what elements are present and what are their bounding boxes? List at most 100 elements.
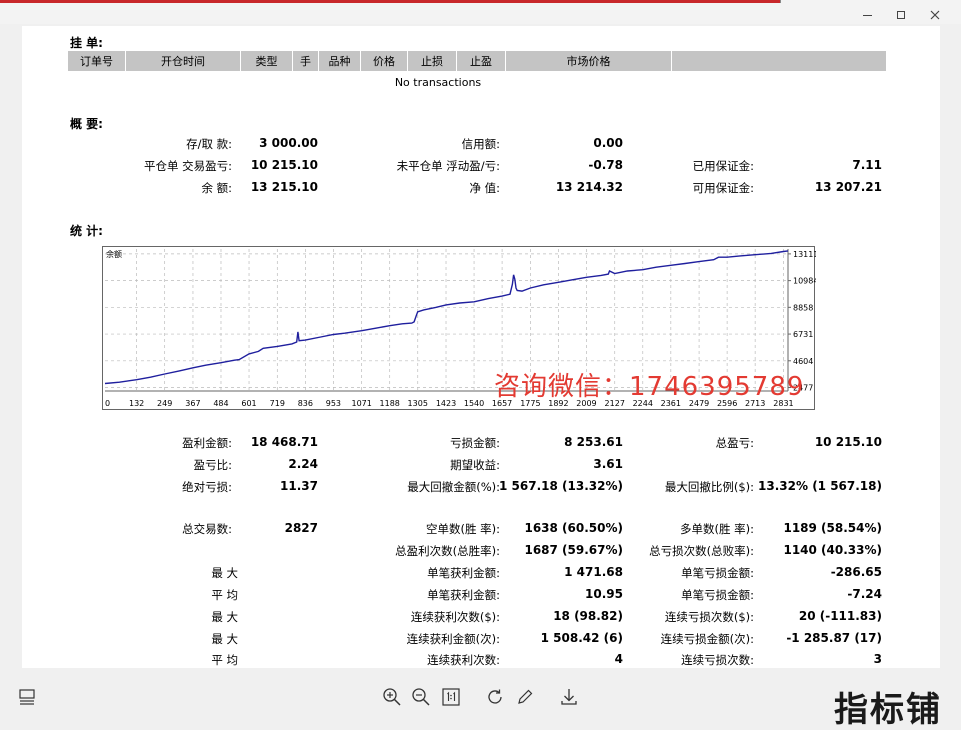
stat-label: 期望收益: [450, 458, 500, 472]
floating-pl-value: -0.78 [588, 158, 623, 172]
stat-label: 绝对亏损: [182, 480, 232, 494]
maximize-icon [897, 11, 905, 19]
stat-label: 最大回撤比例($): [664, 480, 754, 494]
column-header: 订单号 [68, 51, 126, 71]
rotate-icon [488, 689, 502, 704]
site-logo: 指标铺 [834, 690, 942, 730]
stat-label: 连续获利次数($): [410, 610, 500, 624]
stat-label: 盈利金额: [182, 436, 232, 450]
stat-label: 连续获利次数: [427, 653, 500, 667]
stat-value: 4 [614, 652, 623, 666]
minimize-button[interactable] [855, 6, 879, 24]
zoom-in-icon [383, 688, 401, 706]
close-icon [930, 10, 940, 20]
viewer-toolbar [0, 668, 961, 730]
stat-value: 1 471.68 [564, 565, 623, 579]
stat-label: 总盈利次数(总胜率): [395, 544, 500, 558]
page-layout-button[interactable] [16, 686, 38, 708]
stat-value: 1140 (40.33%) [783, 543, 882, 557]
free-margin-value: 13 207.21 [814, 180, 882, 194]
minimize-icon [862, 14, 872, 16]
margin-label: 已用保证金: [692, 159, 754, 173]
page-layout-icon [19, 689, 35, 705]
maximize-button[interactable] [889, 6, 913, 24]
column-header: 品种 [319, 51, 361, 71]
no-transactions-text: No transactions [394, 76, 482, 89]
y-tick-label: 13111 [793, 250, 816, 259]
stat-value: 1687 (59.67%) [524, 543, 623, 557]
stat-value: 10.95 [585, 587, 623, 601]
background-window-bar [0, 0, 780, 3]
deposit-label: 存/取 款: [186, 137, 232, 151]
floating-pl-label: 未平仓单 浮动盈/亏: [396, 159, 500, 173]
x-tick-label: 719 [270, 399, 285, 408]
rotate-button[interactable] [484, 686, 506, 708]
stat-value: 20 (-111.83) [798, 609, 882, 623]
credit-label: 信用额: [461, 137, 500, 151]
stat-label: 最大回撤金额(%): [407, 480, 500, 494]
wechat-watermark: 咨询微信：1746395789 [494, 372, 805, 402]
zoom-out-button[interactable] [410, 686, 432, 708]
column-header [672, 51, 886, 71]
x-tick-label: 836 [298, 399, 313, 408]
stat-label: 总交易数: [182, 522, 232, 536]
stat-label: 单笔亏损金额: [681, 566, 754, 580]
x-tick-label: 1188 [380, 399, 400, 408]
stat-label: 单笔获利金额: [427, 566, 500, 580]
actual-size-icon [442, 688, 460, 706]
balance-label: 余 额: [201, 181, 232, 195]
zoom-out-icon [412, 688, 430, 706]
summary-title: 概 要: [70, 117, 103, 131]
column-header: 开仓时间 [126, 51, 241, 71]
close-button[interactable] [923, 6, 947, 24]
free-margin-label: 可用保证金: [692, 181, 754, 195]
x-tick-label: 953 [326, 399, 341, 408]
stat-value: 18 468.71 [250, 435, 318, 449]
x-tick-label: 132 [129, 399, 144, 408]
strip-separator [780, 0, 781, 3]
stat-value: 3.61 [593, 457, 623, 471]
stat-value: 10 215.10 [814, 435, 882, 449]
stat-value: 8 253.61 [564, 435, 623, 449]
stat-value: -1 285.87 (17) [786, 631, 882, 645]
download-icon [561, 689, 577, 705]
x-tick-label: 1305 [408, 399, 428, 408]
stat-label: 连续获利金额(次): [406, 632, 500, 646]
annotate-button[interactable] [514, 686, 536, 708]
chart-title: 余额 [106, 249, 122, 259]
column-header: 止损 [408, 51, 457, 71]
stat-label: 单笔亏损金额: [681, 588, 754, 602]
y-tick-label: 6731 [793, 330, 813, 339]
column-header: 止盈 [457, 51, 506, 71]
column-header: 手 [293, 51, 319, 71]
y-tick-label: 4604 [793, 357, 813, 366]
statistics-title: 统 计: [70, 224, 103, 238]
actual-size-button[interactable] [440, 686, 462, 708]
stat-value: 1638 (60.50%) [524, 521, 623, 535]
stat-label: 最 大 [211, 566, 238, 580]
x-tick-label: 601 [241, 399, 256, 408]
x-tick-label: 367 [185, 399, 200, 408]
pen-icon [518, 689, 533, 704]
download-button[interactable] [558, 686, 580, 708]
stat-label: 空单数(胜 率): [425, 522, 500, 536]
equity-label: 净 值: [469, 181, 500, 195]
y-tick-label: 10984 [793, 277, 816, 286]
balance-value: 13 215.10 [250, 180, 318, 194]
stat-value: 1 567.18 (13.32%) [499, 479, 623, 493]
x-tick-label: 1423 [436, 399, 456, 408]
equity-value: 13 214.32 [555, 180, 623, 194]
closed-pl-label: 平仓单 交易盈亏: [143, 159, 232, 173]
balance-series-line [104, 250, 789, 385]
stat-label: 多单数(胜 率): [679, 522, 754, 536]
x-tick-label: 1540 [464, 399, 484, 408]
stat-label: 平 均 [211, 653, 238, 667]
stat-label: 总盈亏: [715, 436, 754, 450]
deposit-value: 3 000.00 [259, 136, 318, 150]
x-tick-label: 249 [157, 399, 172, 408]
stat-value: 2.24 [288, 457, 318, 471]
stat-label: 盈亏比: [193, 458, 232, 472]
closed-pl-value: 10 215.10 [250, 158, 318, 172]
zoom-in-button[interactable] [381, 686, 403, 708]
stat-label: 连续亏损次数: [681, 653, 754, 667]
